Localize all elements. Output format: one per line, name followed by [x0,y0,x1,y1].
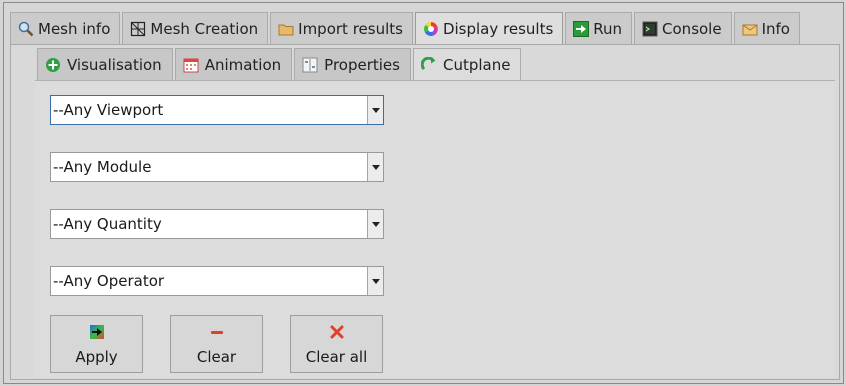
close-icon [329,324,345,340]
clear-button[interactable]: Clear [170,315,263,373]
clear-all-button[interactable]: Clear all [290,315,383,373]
subtab-label: Properties [324,55,400,74]
tab-label: Info [761,19,790,38]
tab-display-results[interactable]: Display results [414,12,564,45]
color-wheel-icon [423,21,439,37]
tab-mesh-info[interactable]: Mesh info [10,12,121,44]
chevron-down-icon[interactable] [367,96,383,124]
sub-tab-bar: Visualisation Animation Properties Cutpl… [37,48,523,80]
quantity-select[interactable]: --Any Quantity [50,209,384,239]
subtab-properties[interactable]: Properties [294,48,411,80]
operator-select-value: --Any Operator [53,272,165,290]
magnifier-icon [18,21,34,37]
tab-console[interactable]: Console [634,12,732,44]
tab-label: Import results [298,19,403,38]
tab-label: Mesh Creation [150,19,259,38]
subtab-label: Visualisation [67,55,162,74]
apply-label: Apply [75,348,118,366]
main-tab-bar: Mesh info Mesh Creation Import results D… [10,12,802,45]
tab-info[interactable]: Info [733,12,800,44]
quantity-select-value: --Any Quantity [53,215,162,233]
module-select-value: --Any Module [53,158,152,176]
properties-icon [302,57,318,73]
chevron-down-icon[interactable] [367,267,383,295]
tab-label: Console [662,19,722,38]
subtab-label: Cutplane [442,55,511,74]
mesh-grid-icon [130,21,146,37]
subtab-label: Animation [204,55,282,74]
cutplane-panel: --Any Viewport --Any Module --Any Quanti… [35,80,835,378]
calendar-icon [183,57,199,73]
viewport-select-value: --Any Viewport [53,101,164,119]
module-select[interactable]: --Any Module [50,152,384,182]
console-icon [642,21,658,37]
green-plus-icon [45,57,61,73]
minus-icon [209,324,225,340]
chevron-down-icon[interactable] [367,210,383,238]
viewport-select[interactable]: --Any Viewport [50,95,384,125]
apply-icon [89,324,105,340]
apply-button[interactable]: Apply [50,315,143,373]
tab-mesh-creation[interactable]: Mesh Creation [122,12,269,44]
tab-label: Run [593,19,623,38]
cutplane-icon [420,56,437,73]
operator-select[interactable]: --Any Operator [50,266,384,296]
clear-label: Clear [196,348,237,366]
subtab-visualisation[interactable]: Visualisation [37,48,173,80]
tab-label: Mesh info [38,19,111,38]
tab-import-results[interactable]: Import results [270,12,413,44]
display-results-panel: Visualisation Animation Properties Cutpl… [10,44,840,380]
folder-icon [278,21,294,37]
tab-run[interactable]: Run [565,12,633,44]
clear-all-label: Clear all [305,348,368,366]
run-arrow-icon [573,20,590,37]
subtab-cutplane[interactable]: Cutplane [412,48,522,80]
subtab-animation[interactable]: Animation [174,48,293,80]
tab-label: Display results [442,20,554,38]
chevron-down-icon[interactable] [367,153,383,181]
info-envelope-icon [742,21,758,37]
